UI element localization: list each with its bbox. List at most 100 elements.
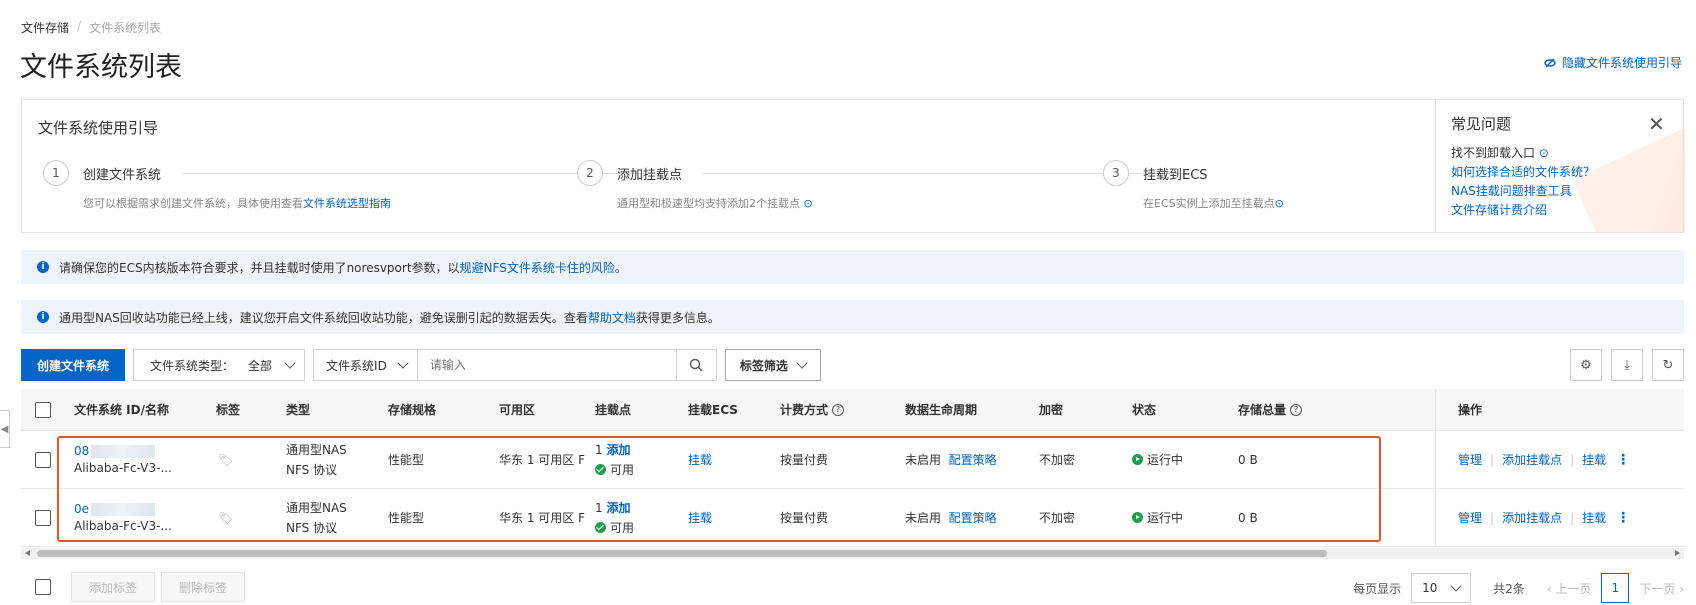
- next-page-button[interactable]: 下一页 ›: [1639, 580, 1684, 597]
- notice-banner: i 请确保您的ECS内核版本符合要求，并且挂载时使用了noresvport参数，…: [21, 250, 1684, 284]
- table-row: 08 Alibaba-Fc-V3-... 🏷 通用型NAS NFS 协议 性能型…: [21, 431, 1684, 489]
- col-header-billing: 计费方式?: [780, 389, 845, 430]
- notice-text: 通用型NAS回收站功能已经上线，建议您开启文件系统回收站功能，避免误删引起的数据…: [59, 310, 720, 325]
- step-number: 3: [1103, 160, 1129, 186]
- type-name: 通用型NAS: [286, 443, 347, 457]
- table-footer: 添加标签 删除标签 每页显示 10 共2条 ‹ 上一页 1 下一页 ›: [21, 572, 1684, 604]
- col-header-ops: 操作: [1458, 403, 1483, 417]
- billing-cell: 按量付费: [780, 453, 829, 467]
- mount-count: 1: [595, 443, 603, 457]
- add-mount-point-link[interactable]: 添加挂载点: [1502, 509, 1562, 526]
- search-input[interactable]: [417, 350, 676, 380]
- chevron-left-icon: ◀: [0, 423, 9, 435]
- create-filesystem-button[interactable]: 创建文件系统: [21, 349, 126, 381]
- type-name: 通用型NAS: [286, 501, 347, 515]
- check-circle-icon: [595, 464, 606, 475]
- filesystem-id-link[interactable]: 08: [74, 444, 156, 458]
- search-field-select[interactable]: 文件系统ID: [314, 350, 418, 380]
- select-label: 文件系统类型：: [150, 358, 235, 373]
- filesystem-table: 文件系统 ID/名称 标签 类型 存储规格 可用区 挂载点 挂载ECS 计费方式…: [21, 389, 1684, 547]
- add-mount-link[interactable]: 添加: [606, 501, 630, 515]
- filesystem-type-select[interactable]: 文件系统类型： 全部: [133, 349, 306, 381]
- col-header-zone: 可用区: [499, 403, 536, 417]
- add-tag-button[interactable]: 添加标签: [71, 572, 156, 602]
- total-count: 共2条: [1493, 581, 1525, 596]
- help-icon[interactable]: ?: [1290, 403, 1303, 416]
- search-button[interactable]: [675, 350, 716, 380]
- select-all-checkbox[interactable]: [35, 401, 51, 418]
- page-number-current[interactable]: 1: [1601, 573, 1630, 603]
- notice-link[interactable]: 规避NFS文件系统卡住的风险: [460, 261, 615, 275]
- type-cell: 通用型NAS NFS 协议: [286, 431, 347, 488]
- sidebar-toggle[interactable]: ◀: [0, 410, 10, 448]
- close-icon[interactable]: ✕: [1648, 112, 1665, 136]
- page-size-label: 每页显示: [1353, 581, 1402, 596]
- manage-link[interactable]: 管理: [1458, 451, 1482, 468]
- faq-item[interactable]: 如何选择合适的文件系统？: [1451, 163, 1595, 180]
- faq-panel: 常见问题 ✕ 找不到卸载入口 ⊙ 如何选择合适的文件系统？ NAS挂载问题排查工…: [1435, 100, 1685, 232]
- running-icon: [1132, 512, 1143, 523]
- pagination: 每页显示 10 共2条 ‹ 上一页 1 下一页 ›: [1353, 572, 1684, 604]
- tag-filter-button[interactable]: 标签筛选: [724, 349, 821, 381]
- storage-cell: 0 B: [1238, 510, 1258, 525]
- config-policy-link[interactable]: 配置策略: [949, 451, 997, 468]
- lifecycle-cell: 未启用 配置策略: [905, 451, 997, 468]
- page-size-value: 10: [1422, 581, 1438, 595]
- scrollbar-thumb[interactable]: [37, 550, 1327, 557]
- breadcrumb-root[interactable]: 文件存储: [21, 19, 69, 36]
- add-mount-link[interactable]: 添加: [606, 443, 630, 457]
- faq-item[interactable]: NAS挂载问题排查工具: [1451, 182, 1572, 199]
- notice-link[interactable]: 帮助文档: [588, 311, 636, 325]
- page-title: 文件系统列表: [20, 52, 182, 83]
- filesystem-id-link[interactable]: 0e: [74, 502, 156, 516]
- scroll-right-icon[interactable]: [1675, 550, 1680, 556]
- settings-button[interactable]: ⚙: [1570, 349, 1602, 381]
- row-checkbox[interactable]: [35, 509, 51, 526]
- config-policy-link[interactable]: 配置策略: [949, 509, 997, 526]
- hide-guide-label: 隐藏文件系统使用引导: [1561, 56, 1682, 70]
- faq-title: 常见问题: [1451, 115, 1512, 133]
- ops-header: 操作: [1435, 389, 1684, 430]
- help-icon[interactable]: ?: [832, 403, 845, 416]
- protocol: NFS 协议: [286, 463, 338, 477]
- more-icon[interactable]: ⋮: [1616, 510, 1630, 526]
- mount-link[interactable]: 挂载: [1582, 509, 1606, 526]
- filesystem-id-cell: 0e Alibaba-Fc-V3-...: [74, 489, 172, 546]
- hide-guide-link[interactable]: 隐藏文件系统使用引导: [1544, 54, 1682, 71]
- selection-guide-link[interactable]: 文件系统选型指南: [303, 197, 391, 210]
- help-icon[interactable]: ⊙: [1275, 197, 1284, 210]
- footer-select-all-checkbox[interactable]: [35, 579, 51, 595]
- help-icon[interactable]: ⊙: [804, 197, 813, 210]
- mount-ecs-link[interactable]: 挂载: [688, 431, 712, 488]
- manage-link[interactable]: 管理: [1458, 509, 1482, 526]
- tag-icon[interactable]: 🏷: [218, 489, 233, 546]
- eye-off-icon: [1544, 58, 1556, 67]
- search-field-label: 文件系统ID: [326, 358, 387, 373]
- encrypt-cell: 不加密: [1039, 511, 1076, 525]
- tag-icon[interactable]: 🏷: [218, 431, 233, 488]
- zone-cell: 华东 1 可用区 F: [499, 453, 585, 467]
- refresh-button[interactable]: ↻: [1652, 349, 1684, 381]
- more-icon[interactable]: ⋮: [1616, 452, 1630, 468]
- scroll-left-icon[interactable]: [25, 550, 30, 556]
- help-icon: ⊙: [1538, 146, 1549, 160]
- row-checkbox[interactable]: [35, 451, 51, 468]
- spec-cell: 性能型: [388, 511, 425, 525]
- col-header-spec: 存储规格: [388, 403, 437, 417]
- download-button[interactable]: ⤓: [1611, 349, 1643, 381]
- lifecycle-cell: 未启用 配置策略: [905, 509, 997, 526]
- faq-item[interactable]: 找不到卸载入口 ⊙: [1451, 144, 1549, 161]
- faq-item[interactable]: 文件存储计费介绍: [1451, 201, 1547, 218]
- col-header-mount-ecs: 挂载ECS: [688, 403, 738, 417]
- mount-count: 1: [595, 501, 603, 515]
- remove-tag-button[interactable]: 删除标签: [161, 572, 246, 602]
- add-mount-point-link[interactable]: 添加挂载点: [1502, 451, 1562, 468]
- horizontal-scrollbar[interactable]: [21, 548, 1684, 559]
- prev-page-button[interactable]: ‹ 上一页: [1547, 580, 1592, 597]
- mount-link[interactable]: 挂载: [1582, 451, 1606, 468]
- page-size-select[interactable]: 10: [1411, 573, 1472, 603]
- check-circle-icon: [595, 522, 606, 533]
- mount-status: 可用: [610, 521, 635, 535]
- table-header: 文件系统 ID/名称 标签 类型 存储规格 可用区 挂载点 挂载ECS 计费方式…: [21, 389, 1684, 431]
- mount-ecs-link[interactable]: 挂载: [688, 489, 712, 546]
